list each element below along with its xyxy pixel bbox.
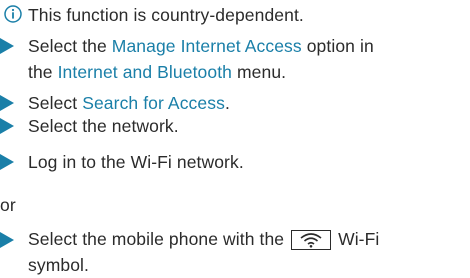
step-1-text-line2-pre: the <box>28 62 58 82</box>
step-arrow-icon <box>0 118 14 134</box>
info-icon <box>4 5 22 23</box>
wifi-icon <box>291 230 332 250</box>
step-arrow-icon <box>0 154 14 170</box>
step-1-text-pre: Select the <box>28 36 112 56</box>
step-3: Select the network. <box>28 116 179 136</box>
step-4: Log in to the Wi-Fi network. <box>28 152 244 172</box>
final-step-text-line2: symbol. <box>28 255 89 275</box>
step-arrow-icon <box>0 232 14 248</box>
step-arrow-icon <box>0 38 14 54</box>
note-text: This function is country-dependent. <box>28 5 304 25</box>
step-2-text-post: . <box>224 93 230 113</box>
step-arrow-icon <box>0 95 14 111</box>
or-separator: or <box>0 195 16 215</box>
final-step-text-pre: Select the mobile phone with the <box>28 229 290 249</box>
search-for-access-link[interactable]: Search for Access <box>82 93 225 113</box>
final-step: Select the mobile phone with the Wi-Fi s… <box>28 226 379 278</box>
internet-and-bluetooth-link[interactable]: Internet and Bluetooth <box>58 62 232 82</box>
step-1: Select the Manage Internet Access option… <box>28 33 374 85</box>
step-1-text-post: menu. <box>232 62 287 82</box>
manage-internet-access-link[interactable]: Manage Internet Access <box>112 36 302 56</box>
step-2-text-pre: Select <box>28 93 83 113</box>
instruction-page: This function is country-dependent. Sele… <box>0 0 470 275</box>
step-1-text-mid: option in <box>301 36 374 56</box>
final-step-text-post: Wi-Fi <box>333 229 380 249</box>
